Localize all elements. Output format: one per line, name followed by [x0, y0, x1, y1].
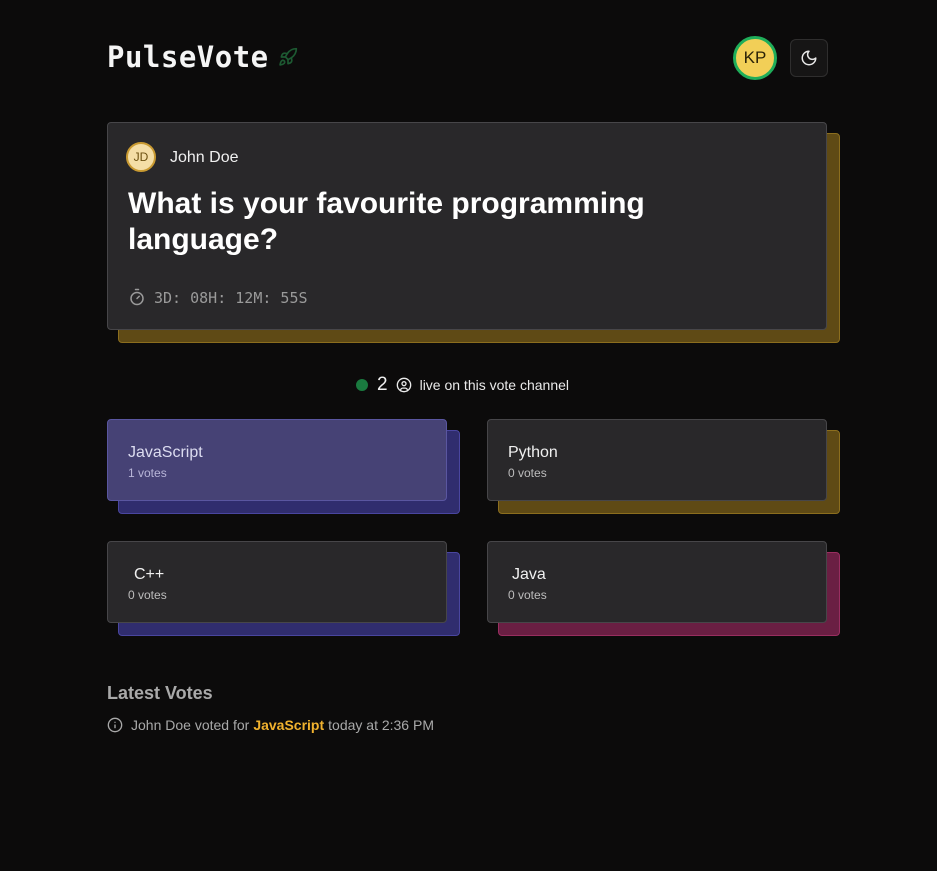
- timer-icon: [130, 288, 144, 306]
- option-name: Python: [508, 444, 558, 461]
- moon-icon: [801, 50, 817, 66]
- option-javascript[interactable]: JavaScript 1 votes: [107, 419, 460, 514]
- option-card[interactable]: C++ 0 votes: [107, 541, 447, 623]
- poll-card-body: JD John Doe What is your favourite progr…: [107, 122, 827, 330]
- app-logo[interactable]: PulseVote: [107, 40, 269, 74]
- header: PulseVote KP: [107, 36, 828, 80]
- option-card[interactable]: Python 0 votes: [487, 419, 827, 501]
- vote-choice: JavaScript: [253, 717, 325, 733]
- vote-time: today at 2:36 PM: [328, 717, 434, 733]
- option-java[interactable]: Java 0 votes: [487, 541, 840, 636]
- user-avatar[interactable]: KP: [733, 36, 777, 80]
- option-name: Java: [512, 566, 546, 583]
- theme-toggle-button[interactable]: [790, 39, 828, 77]
- option-name: JavaScript: [128, 444, 203, 461]
- option-card[interactable]: JavaScript 1 votes: [107, 419, 447, 501]
- option-card[interactable]: Java 0 votes: [487, 541, 827, 623]
- rocket-icon: [279, 47, 298, 66]
- vote-user: John Doe: [131, 717, 191, 733]
- latest-votes-heading: Latest Votes: [107, 683, 213, 703]
- option-votes: 1 votes: [128, 466, 167, 480]
- live-status-dot: [356, 379, 368, 391]
- live-indicator: 2 live on this vote channel: [356, 374, 570, 395]
- author-avatar: JD: [126, 142, 156, 172]
- live-count: 2: [377, 374, 388, 395]
- info-icon: [107, 717, 123, 733]
- live-label: live on this vote channel: [419, 377, 570, 393]
- option-name: C++: [134, 566, 165, 583]
- poll-question: What is your favourite programming langu…: [128, 187, 645, 256]
- option-votes: 0 votes: [128, 588, 167, 602]
- author-name: John Doe: [170, 149, 239, 166]
- latest-vote-item: John Doe voted for JavaScript today at 2:3…: [107, 716, 434, 734]
- user-circle-icon: [396, 377, 411, 393]
- poll-card: JD John Doe What is your favourite progr…: [107, 122, 840, 344]
- option-votes: 0 votes: [508, 588, 547, 602]
- vote-verb: voted for: [194, 717, 250, 733]
- countdown-timer: 3D: 08H: 12M: 55S: [154, 289, 308, 307]
- option-cpp[interactable]: C++ 0 votes: [107, 541, 460, 636]
- option-votes: 0 votes: [508, 466, 547, 480]
- option-python[interactable]: Python 0 votes: [487, 419, 840, 514]
